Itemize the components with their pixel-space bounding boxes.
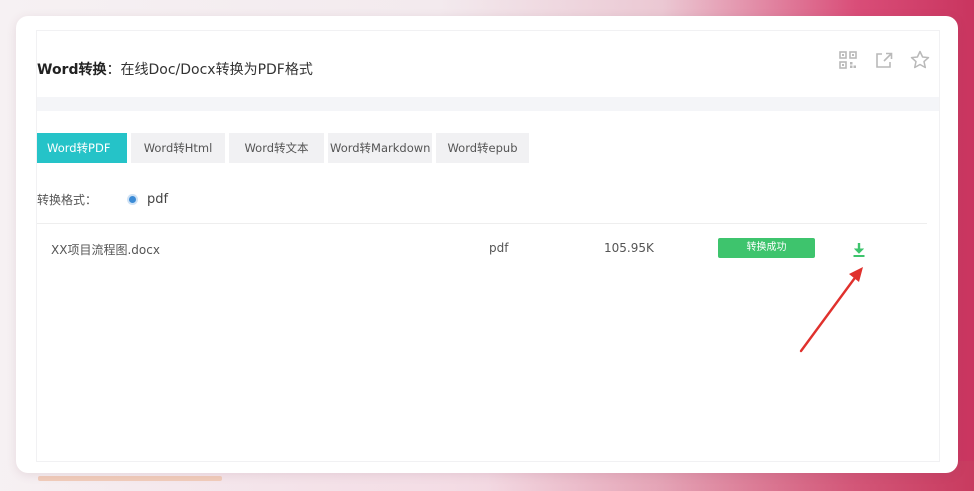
format-label: 转换格式： [37,192,98,207]
list-divider [37,223,927,224]
header-divider-band [37,97,939,111]
status-badge: 转换成功 [718,238,815,258]
tab-word-to-html[interactable]: Word转Html [131,133,225,163]
qrcode-icon[interactable] [837,49,859,71]
tab-word-to-epub[interactable]: Word转epub [436,133,529,163]
tab-word-to-markdown[interactable]: Word转Markdown [328,133,432,163]
converter-panel: Word转换：在线Doc/Docx转换为PDF格式 Word转PDF Word转… [36,30,940,462]
header-actions [837,49,931,71]
table-row: XX项目流程图.docx pdf 105.95K 转换成功 [37,235,939,263]
page-title: Word转换：在线Doc/Docx转换为PDF格式 [37,59,313,79]
file-type: pdf [489,241,509,255]
page-title-strong: Word转换 [37,62,107,78]
decorative-strip [38,476,222,481]
format-selector: 转换格式： pdf [37,189,168,209]
panel-header: Word转换：在线Doc/Docx转换为PDF格式 [37,31,939,101]
share-icon[interactable] [873,49,895,71]
converter-card: Word转换：在线Doc/Docx转换为PDF格式 Word转PDF Word转… [16,16,958,473]
format-option-label: pdf [147,191,169,207]
page-title-rest: ：在线Doc/Docx转换为PDF格式 [106,62,313,78]
tab-word-to-pdf[interactable]: Word转PDF [37,133,127,163]
download-icon[interactable] [851,241,867,259]
file-size: 105.95K [604,241,654,255]
format-radio-pdf[interactable] [129,195,136,203]
tab-word-to-text[interactable]: Word转文本 [229,133,324,163]
annotation-arrow-icon [799,267,863,353]
star-icon[interactable] [909,49,931,71]
conversion-tabs: Word转PDF Word转Html Word转文本 Word转Markdown… [37,133,529,163]
file-name: XX项目流程图.docx [51,243,160,257]
